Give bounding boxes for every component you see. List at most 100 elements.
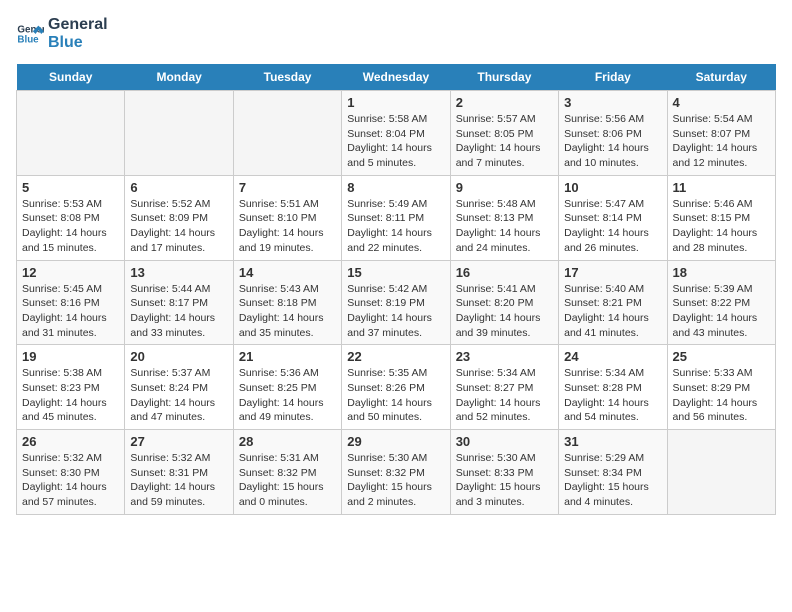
- day-info: Sunrise: 5:30 AM Sunset: 8:33 PM Dayligh…: [456, 451, 553, 510]
- day-info: Sunrise: 5:43 AM Sunset: 8:18 PM Dayligh…: [239, 282, 336, 341]
- day-number: 21: [239, 349, 336, 364]
- logo-text: General Blue: [48, 16, 108, 52]
- day-number: 9: [456, 180, 553, 195]
- calendar-cell: 19Sunrise: 5:38 AM Sunset: 8:23 PM Dayli…: [17, 345, 125, 430]
- day-number: 6: [130, 180, 227, 195]
- day-number: 5: [22, 180, 119, 195]
- day-info: Sunrise: 5:44 AM Sunset: 8:17 PM Dayligh…: [130, 282, 227, 341]
- svg-text:Blue: Blue: [17, 34, 39, 45]
- day-header-friday: Friday: [559, 64, 667, 91]
- calendar-cell: 20 Sunrise: 5:37 AM Sunset: 8:24 PM Dayli…: [125, 345, 233, 430]
- day-header-monday: Monday: [125, 64, 233, 91]
- calendar-cell: 3 Sunrise: 5:56 AM Sunset: 8:06 PM Daylig…: [559, 91, 667, 176]
- day-info: Sunrise: 5:31 AM Sunset: 8:32 PM Dayligh…: [239, 451, 336, 510]
- day-number: 30: [456, 434, 553, 449]
- day-number: 8: [347, 180, 444, 195]
- calendar-table: SundayMondayTuesdayWednesdayThursdayFrid…: [16, 64, 776, 515]
- calendar-cell: 15 Sunrise: 5:42 AM Sunset: 8:19 PM Dayli…: [342, 260, 450, 345]
- calendar-cell: 11 Sunrise: 5:46 AM Sunset: 8:15 PM Dayli…: [667, 175, 775, 260]
- day-info: Sunrise: 5:36 AM Sunset: 8:25 PM Dayligh…: [239, 366, 336, 425]
- calendar-cell: 12 Sunrise: 5:45 AM Sunset: 8:16 PM Dayli…: [17, 260, 125, 345]
- day-info: Sunrise: 5:56 AM Sunset: 8:06 PM Dayligh…: [564, 112, 661, 171]
- day-info: Sunrise: 5:33 AM Sunset: 8:29 PM Dayligh…: [673, 366, 770, 425]
- calendar-cell: 10 Sunrise: 5:47 AM Sunset: 8:14 PM Dayli…: [559, 175, 667, 260]
- calendar-cell: 24 Sunrise: 5:34 AM Sunset: 8:28 PM Dayli…: [559, 345, 667, 430]
- calendar-cell: 23 Sunrise: 5:34 AM Sunset: 8:27 PM Dayli…: [450, 345, 558, 430]
- day-info: Sunrise: 5:45 AM Sunset: 8:16 PM Dayligh…: [22, 282, 119, 341]
- day-number: 14: [239, 265, 336, 280]
- calendar-cell: 5 Sunrise: 5:53 AM Sunset: 8:08 PM Daylig…: [17, 175, 125, 260]
- day-number: 22: [347, 349, 444, 364]
- day-info: Sunrise: 5:30 AM Sunset: 8:32 PM Dayligh…: [347, 451, 444, 510]
- day-info: Sunrise: 5:47 AM Sunset: 8:14 PM Dayligh…: [564, 197, 661, 256]
- page-header: General Blue General Blue: [16, 16, 776, 52]
- calendar-cell: 27 Sunrise: 5:32 AM Sunset: 8:31 PM Dayli…: [125, 430, 233, 515]
- day-number: 2: [456, 95, 553, 110]
- calendar-cell: 28 Sunrise: 5:31 AM Sunset: 8:32 PM Dayli…: [233, 430, 341, 515]
- day-number: 20: [130, 349, 227, 364]
- day-number: 11: [673, 180, 770, 195]
- day-info: Sunrise: 5:42 AM Sunset: 8:19 PM Dayligh…: [347, 282, 444, 341]
- day-number: 28: [239, 434, 336, 449]
- calendar-cell: [233, 91, 341, 176]
- day-number: 4: [673, 95, 770, 110]
- calendar-cell: [17, 91, 125, 176]
- day-info: Sunrise: 5:51 AM Sunset: 8:10 PM Dayligh…: [239, 197, 336, 256]
- day-number: 13: [130, 265, 227, 280]
- day-info: Sunrise: 5:40 AM Sunset: 8:21 PM Dayligh…: [564, 282, 661, 341]
- calendar-cell: [125, 91, 233, 176]
- day-info: Sunrise: 5:57 AM Sunset: 8:05 PM Dayligh…: [456, 112, 553, 171]
- day-number: 26: [22, 434, 119, 449]
- day-info: Sunrise: 5:48 AM Sunset: 8:13 PM Dayligh…: [456, 197, 553, 256]
- day-number: 15: [347, 265, 444, 280]
- day-number: 10: [564, 180, 661, 195]
- day-header-thursday: Thursday: [450, 64, 558, 91]
- calendar-cell: 25Sunrise: 5:33 AM Sunset: 8:29 PM Dayli…: [667, 345, 775, 430]
- day-number: 7: [239, 180, 336, 195]
- day-number: 17: [564, 265, 661, 280]
- day-number: 18: [673, 265, 770, 280]
- day-info: Sunrise: 5:41 AM Sunset: 8:20 PM Dayligh…: [456, 282, 553, 341]
- day-number: 1: [347, 95, 444, 110]
- day-number: 19: [22, 349, 119, 364]
- calendar-cell: 17 Sunrise: 5:40 AM Sunset: 8:21 PM Dayli…: [559, 260, 667, 345]
- calendar-cell: 26Sunrise: 5:32 AM Sunset: 8:30 PM Dayli…: [17, 430, 125, 515]
- day-number: 27: [130, 434, 227, 449]
- calendar-cell: 30 Sunrise: 5:30 AM Sunset: 8:33 PM Dayli…: [450, 430, 558, 515]
- calendar-cell: 29Sunrise: 5:30 AM Sunset: 8:32 PM Dayli…: [342, 430, 450, 515]
- day-number: 12: [22, 265, 119, 280]
- day-info: Sunrise: 5:52 AM Sunset: 8:09 PM Dayligh…: [130, 197, 227, 256]
- logo: General Blue General Blue: [16, 16, 108, 52]
- day-info: Sunrise: 5:53 AM Sunset: 8:08 PM Dayligh…: [22, 197, 119, 256]
- logo-icon: General Blue: [16, 20, 44, 48]
- day-number: 16: [456, 265, 553, 280]
- day-number: 23: [456, 349, 553, 364]
- day-info: Sunrise: 5:58 AM Sunset: 8:04 PM Dayligh…: [347, 112, 444, 171]
- calendar-cell: [667, 430, 775, 515]
- day-info: Sunrise: 5:34 AM Sunset: 8:28 PM Dayligh…: [564, 366, 661, 425]
- calendar-cell: 14 Sunrise: 5:43 AM Sunset: 8:18 PM Dayli…: [233, 260, 341, 345]
- day-info: Sunrise: 5:32 AM Sunset: 8:31 PM Dayligh…: [130, 451, 227, 510]
- day-number: 3: [564, 95, 661, 110]
- calendar-cell: 13 Sunrise: 5:44 AM Sunset: 8:17 PM Dayli…: [125, 260, 233, 345]
- calendar-cell: 6 Sunrise: 5:52 AM Sunset: 8:09 PM Daylig…: [125, 175, 233, 260]
- day-number: 24: [564, 349, 661, 364]
- calendar-cell: 2 Sunrise: 5:57 AM Sunset: 8:05 PM Daylig…: [450, 91, 558, 176]
- calendar-cell: 18 Sunrise: 5:39 AM Sunset: 8:22 PM Dayli…: [667, 260, 775, 345]
- day-header-tuesday: Tuesday: [233, 64, 341, 91]
- calendar-cell: 7 Sunrise: 5:51 AM Sunset: 8:10 PM Daylig…: [233, 175, 341, 260]
- day-info: Sunrise: 5:39 AM Sunset: 8:22 PM Dayligh…: [673, 282, 770, 341]
- calendar-cell: 21 Sunrise: 5:36 AM Sunset: 8:25 PM Dayli…: [233, 345, 341, 430]
- day-info: Sunrise: 5:46 AM Sunset: 8:15 PM Dayligh…: [673, 197, 770, 256]
- day-info: Sunrise: 5:54 AM Sunset: 8:07 PM Dayligh…: [673, 112, 770, 171]
- calendar-cell: 16 Sunrise: 5:41 AM Sunset: 8:20 PM Dayli…: [450, 260, 558, 345]
- day-header-saturday: Saturday: [667, 64, 775, 91]
- day-info: Sunrise: 5:37 AM Sunset: 8:24 PM Dayligh…: [130, 366, 227, 425]
- calendar-cell: 9 Sunrise: 5:48 AM Sunset: 8:13 PM Daylig…: [450, 175, 558, 260]
- calendar-cell: 1 Sunrise: 5:58 AM Sunset: 8:04 PM Daylig…: [342, 91, 450, 176]
- day-info: Sunrise: 5:35 AM Sunset: 8:26 PM Dayligh…: [347, 366, 444, 425]
- calendar-cell: 31Sunrise: 5:29 AM Sunset: 8:34 PM Dayli…: [559, 430, 667, 515]
- calendar-cell: 22 Sunrise: 5:35 AM Sunset: 8:26 PM Dayli…: [342, 345, 450, 430]
- day-info: Sunrise: 5:34 AM Sunset: 8:27 PM Dayligh…: [456, 366, 553, 425]
- day-info: Sunrise: 5:49 AM Sunset: 8:11 PM Dayligh…: [347, 197, 444, 256]
